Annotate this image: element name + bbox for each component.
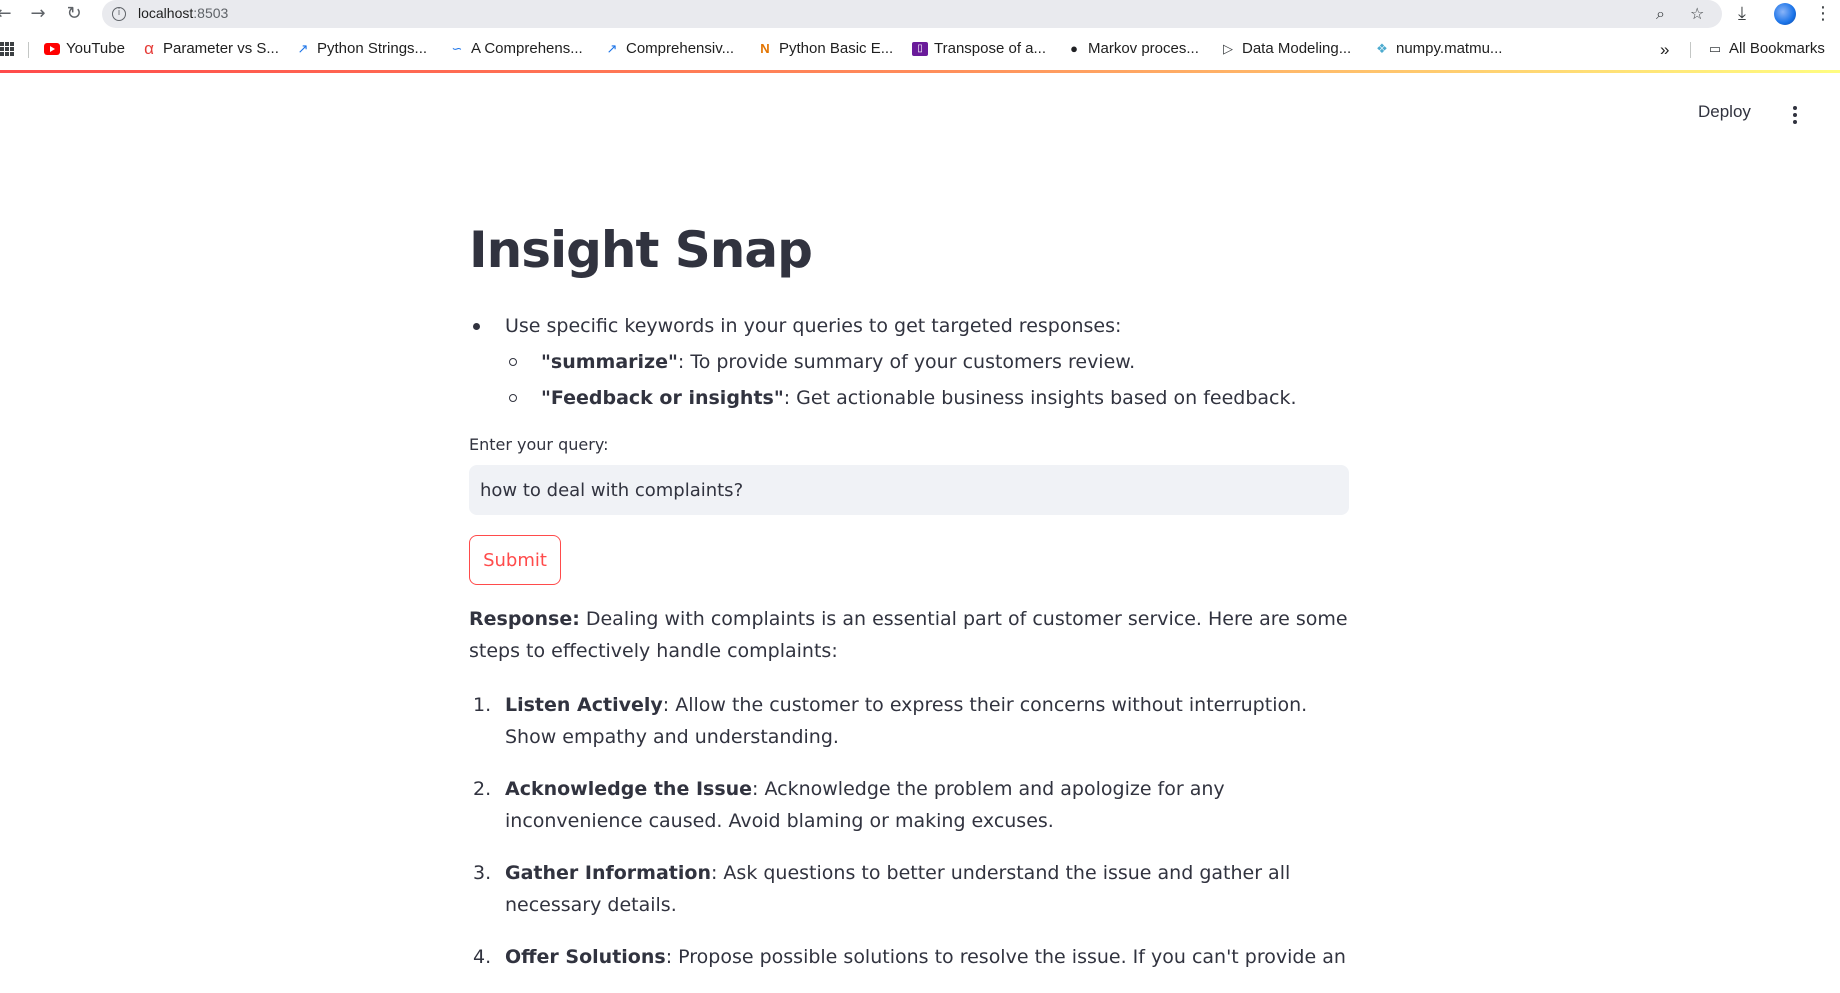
bookmark-label: Parameter vs S...: [163, 40, 279, 57]
intro-text: Use specific keywords in your queries to…: [505, 315, 1122, 337]
query-label: Enter your query:: [469, 435, 609, 454]
youtube-icon: [44, 42, 60, 55]
url-host: localhost: [138, 5, 194, 21]
response-label: Response:: [469, 608, 580, 630]
numpy-icon: ❖: [1376, 40, 1388, 56]
chrome-menu-icon[interactable]: ⋮: [1814, 3, 1832, 24]
submit-button[interactable]: Submit: [469, 535, 561, 585]
apps-grid-icon[interactable]: [0, 42, 14, 56]
bookmark-label: Transpose of a...: [934, 40, 1047, 57]
profile-avatar[interactable]: [1774, 3, 1796, 25]
list-item: 2. Acknowledge the Issue: Acknowledge th…: [469, 773, 1349, 837]
list-item: 3. Gather Information: Ask questions to …: [469, 857, 1349, 921]
bookmark-label: Data Modeling...: [1242, 40, 1352, 57]
bookmark-square-icon: ▯: [912, 41, 928, 56]
step-title: Gather Information: [505, 862, 711, 884]
bookmark-parameter[interactable]: α Parameter vs S...: [141, 38, 279, 58]
step-number: 2.: [473, 778, 492, 800]
keyword-description: : Get actionable business insights based…: [783, 387, 1297, 409]
main-content: Insight Snap Use specific keywords in yo…: [469, 215, 1349, 968]
bookmark-label: A Comprehens...: [471, 40, 583, 57]
bullet-icon: [473, 323, 480, 330]
list-item: "Feedback or insights": Get actionable b…: [469, 380, 1349, 416]
list-item: "summarize": To provide summary of your …: [469, 344, 1349, 380]
bookmark-label: Python Strings...: [317, 40, 428, 57]
folder-icon: ▭: [1708, 40, 1722, 56]
bookmark-comprehensive-b[interactable]: ↗ Comprehensiv...: [604, 40, 735, 57]
back-arrow-icon[interactable]: ←: [0, 2, 16, 26]
reload-icon[interactable]: ↻: [62, 2, 86, 26]
browser-toolbar: ← → ↻ i localhost:8503 ⌕ ☆ ⤓ ⋮: [0, 0, 1840, 28]
bookmark-data-modeling[interactable]: ▷ Data Modeling...: [1220, 40, 1351, 57]
bookmark-comprehensive-a[interactable]: ∽ A Comprehens...: [449, 40, 583, 57]
step-title: Acknowledge the Issue: [505, 778, 753, 800]
globe-icon: ●: [1070, 40, 1078, 56]
url-text[interactable]: localhost:8503: [138, 5, 228, 21]
page-title: Insight Snap: [469, 221, 813, 279]
deploy-button[interactable]: Deploy: [1698, 102, 1751, 122]
bookmark-divider: [1690, 42, 1691, 58]
bookmark-label: Markov proces...: [1088, 40, 1199, 57]
play-outline-icon: ▷: [1223, 40, 1233, 56]
step-title: Listen Actively: [505, 694, 663, 716]
steps-list: 1. Listen Actively: Allow the customer t…: [469, 689, 1349, 993]
keyword: "summarize": [541, 351, 678, 373]
notebook-icon: N: [760, 40, 770, 56]
address-bar[interactable]: i localhost:8503 ⌕ ☆: [102, 0, 1722, 28]
chart-line-icon: ↗: [297, 40, 309, 56]
main-menu-icon[interactable]: [1786, 106, 1804, 126]
bookmark-divider: [28, 42, 29, 58]
bookmark-transpose[interactable]: ▯ Transpose of a...: [912, 40, 1046, 57]
step-number: 3.: [473, 862, 492, 884]
zoom-icon[interactable]: ⌕: [1656, 4, 1665, 24]
bookmarks-bar: YouTube α Parameter vs S... ↗ Python Str…: [0, 34, 1840, 64]
all-bookmarks-button[interactable]: ▭ All Bookmarks: [1707, 40, 1825, 57]
query-input[interactable]: [469, 465, 1349, 515]
bookmark-python-strings[interactable]: ↗ Python Strings...: [295, 40, 428, 57]
bookmark-star-icon[interactable]: ☆: [1690, 4, 1704, 24]
download-icon[interactable]: ⤓: [1738, 3, 1746, 24]
bookmarks-overflow-button[interactable]: »: [1660, 40, 1669, 60]
bookmark-label: numpy.matmu...: [1396, 40, 1503, 57]
bookmark-markov[interactable]: ● Markov proces...: [1066, 40, 1199, 57]
instructions-list: Use specific keywords in your queries to…: [469, 308, 1349, 416]
bookmark-label: Python Basic E...: [779, 40, 894, 57]
step-number: 1.: [473, 694, 492, 716]
url-port: :8503: [193, 5, 229, 21]
bookmark-numpy[interactable]: ❖ numpy.matmu...: [1374, 40, 1502, 57]
alpha-icon: α: [144, 38, 154, 58]
bookmark-youtube[interactable]: YouTube: [44, 40, 125, 57]
site-info-icon[interactable]: i: [112, 7, 126, 21]
all-bookmarks-label: All Bookmarks: [1729, 40, 1825, 57]
bullet-icon: [509, 358, 517, 366]
keyword-description: : To provide summary of your customers r…: [677, 351, 1136, 373]
list-item: 1. Listen Actively: Allow the customer t…: [469, 689, 1349, 753]
step-number: 4.: [473, 946, 492, 968]
bookmark-label: Comprehensiv...: [626, 40, 735, 57]
response-text: Response: Dealing with complaints is an …: [469, 603, 1349, 667]
bookmark-python-basic[interactable]: N Python Basic E...: [757, 40, 893, 57]
keyword: "Feedback or insights": [541, 387, 784, 409]
list-item: 4. Offer Solutions: Propose possible sol…: [469, 941, 1349, 973]
chart-line-icon: ↗: [606, 40, 618, 56]
forward-arrow-icon[interactable]: →: [26, 2, 50, 26]
wave-icon: ∽: [451, 40, 463, 56]
response-intro: Dealing with complaints is an essential …: [469, 608, 1348, 662]
streamlit-decoration-bar: [0, 70, 1840, 73]
list-item: Use specific keywords in your queries to…: [469, 308, 1349, 344]
bullet-icon: [509, 394, 517, 402]
bookmark-label: YouTube: [66, 40, 125, 57]
